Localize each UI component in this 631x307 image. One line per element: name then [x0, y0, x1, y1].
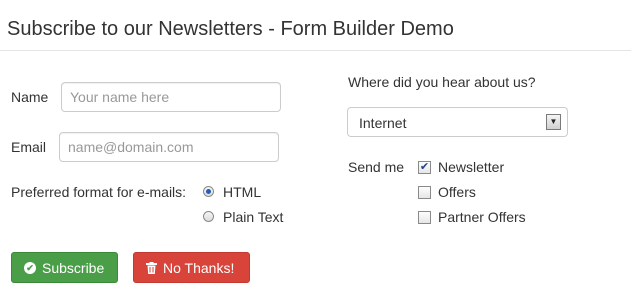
- trash-icon: [146, 261, 157, 274]
- source-select-value: Internet: [359, 115, 407, 131]
- offers-label[interactable]: Offers: [438, 184, 476, 200]
- source-select[interactable]: Internet ▼: [347, 107, 568, 137]
- name-label: Name: [11, 89, 49, 105]
- no-thanks-button[interactable]: No Thanks!: [133, 252, 250, 283]
- chevron-down-icon[interactable]: ▼: [546, 114, 561, 130]
- offers-checkbox[interactable]: [418, 186, 431, 199]
- newsletter-label[interactable]: Newsletter: [438, 159, 504, 175]
- email-label: Email: [11, 139, 47, 155]
- partner-offers-checkbox[interactable]: [418, 211, 431, 224]
- no-thanks-button-label: No Thanks!: [163, 259, 235, 276]
- source-label: Where did you hear about us?: [348, 74, 536, 90]
- format-label: Preferred format for e-mails:: [11, 184, 187, 200]
- name-input[interactable]: [61, 82, 281, 112]
- ok-circle-icon: ✔: [24, 261, 36, 274]
- partner-offers-label[interactable]: Partner Offers: [438, 209, 526, 225]
- subscribe-button[interactable]: ✔ Subscribe: [11, 252, 118, 283]
- subscribe-button-label: Subscribe: [42, 259, 105, 276]
- email-input[interactable]: [59, 132, 279, 162]
- format-plaintext-label[interactable]: Plain Text: [223, 209, 283, 225]
- format-plaintext-radio[interactable]: [203, 211, 214, 222]
- page-header: Subscribe to our Newsletters - Form Buil…: [0, 0, 631, 51]
- send-label: Send me: [348, 159, 405, 175]
- page-title: Subscribe to our Newsletters - Form Buil…: [7, 18, 454, 40]
- format-html-radio[interactable]: [203, 186, 214, 197]
- newsletter-checkbox[interactable]: ✔: [418, 161, 431, 174]
- format-html-label[interactable]: HTML: [223, 184, 261, 200]
